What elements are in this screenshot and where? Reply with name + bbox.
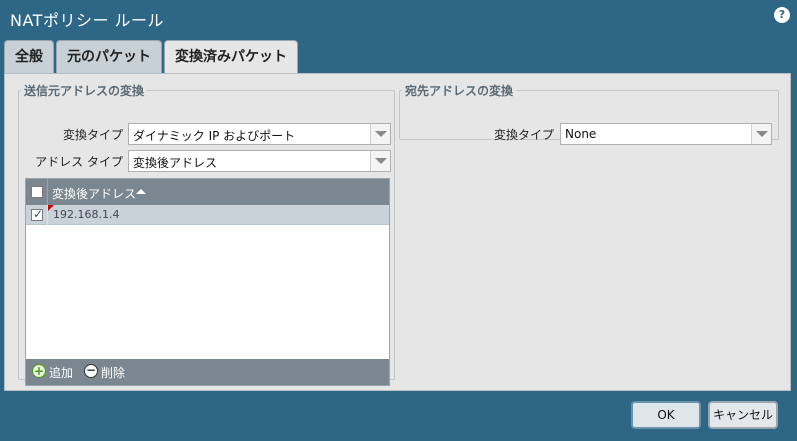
- dialog-title: NATポリシー ルール: [10, 11, 165, 30]
- source-translation-legend: 送信元アドレスの変換: [24, 84, 145, 98]
- grid-footer: + 追加 − 削除: [26, 359, 389, 385]
- minus-icon: −: [84, 363, 98, 378]
- column-header-translated-address[interactable]: 変換後アドレス: [52, 185, 136, 202]
- cancel-button[interactable]: キャンセル: [708, 401, 778, 429]
- delete-button[interactable]: − 削除: [84, 363, 132, 381]
- dst-translation-type-value: None: [565, 127, 597, 141]
- src-translation-type-label: 変換タイプ: [62, 128, 123, 142]
- src-translation-type-value: ダイナミック IP およびポート: [133, 129, 296, 143]
- checkmark-icon: ✓: [33, 207, 44, 221]
- tab-panel: 送信元アドレスの変換 変換タイプ ダイナミック IP およびポート アドレス タ…: [4, 73, 791, 391]
- grid-header: 変換後アドレス: [26, 179, 389, 205]
- select-all-checkbox[interactable]: [31, 186, 43, 198]
- tab-original-packet[interactable]: 元のパケット: [56, 40, 162, 74]
- destination-translation-group: 宛先アドレスの変換 変換タイプ None: [399, 82, 779, 145]
- table-row[interactable]: ✓ 192.168.1.4: [26, 205, 389, 225]
- dst-translation-type-label: 変換タイプ: [493, 128, 554, 142]
- translated-address-cell: 192.168.1.4: [53, 208, 120, 221]
- sort-up-icon[interactable]: [136, 189, 146, 194]
- add-button[interactable]: + 追加: [32, 363, 80, 381]
- source-translation-group: 送信元アドレスの変換 変換タイプ ダイナミック IP およびポート アドレス タ…: [18, 82, 395, 386]
- src-address-type-value: 変換後アドレス: [133, 156, 218, 170]
- chevron-down-icon[interactable]: [370, 124, 390, 144]
- row-checkbox[interactable]: ✓: [31, 207, 44, 221]
- chevron-down-icon[interactable]: [751, 124, 771, 144]
- help-icon[interactable]: ?: [774, 7, 790, 23]
- plus-icon: +: [32, 364, 46, 378]
- src-address-type-label: アドレス タイプ: [35, 155, 123, 169]
- dialog-titlebar: NATポリシー ルール ?: [0, 0, 797, 36]
- src-translation-type-select[interactable]: ダイナミック IP およびポート: [128, 123, 391, 145]
- ok-button[interactable]: OK: [631, 401, 701, 429]
- src-address-type-select[interactable]: 変換後アドレス: [128, 150, 391, 172]
- destination-translation-legend: 宛先アドレスの変換: [405, 84, 514, 98]
- chevron-down-icon[interactable]: [370, 151, 390, 171]
- translated-address-grid: 変換後アドレス ✓ 192.168.1.4 + 追加 − 削除: [25, 178, 390, 386]
- dst-translation-type-select[interactable]: None: [560, 123, 772, 145]
- tab-translated-packet[interactable]: 変換済みパケット: [164, 40, 298, 74]
- tab-general[interactable]: 全般: [4, 40, 54, 74]
